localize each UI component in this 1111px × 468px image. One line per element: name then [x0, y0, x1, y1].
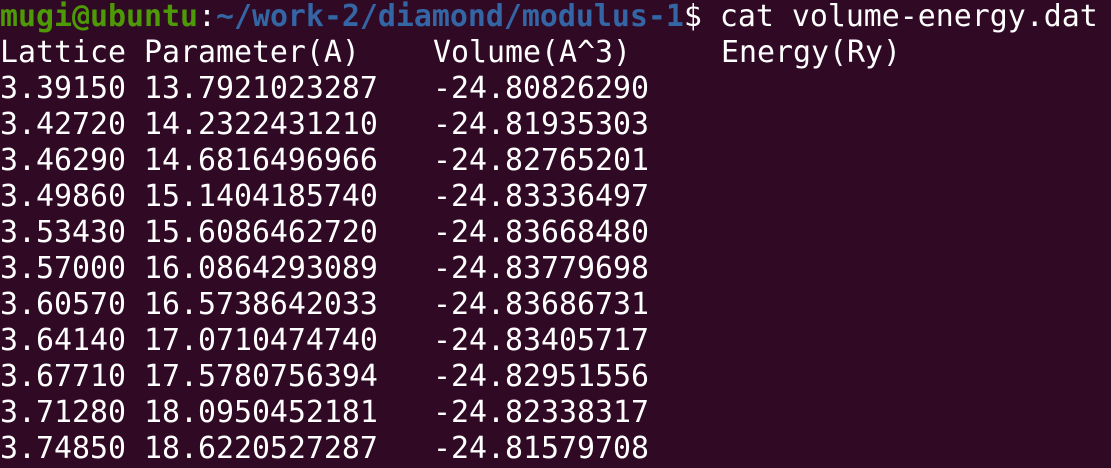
- row-lattice-volume: 3.57000 16.0864293089: [0, 251, 378, 286]
- row-energy: -24.82765201: [433, 143, 649, 178]
- row-lattice-volume: 3.46290 14.6816496966: [0, 143, 378, 178]
- row-lattice-volume: 3.67710 17.5780756394: [0, 359, 378, 394]
- terminal-output[interactable]: mugi@ubuntu:~/work-2/diamond/modulus-1$ …: [0, 0, 1098, 467]
- header-energy: Energy(Ry): [721, 35, 901, 70]
- data-row: 3.60570 16.5738642033 -24.83686731: [0, 287, 1098, 323]
- row-energy: -24.83336497: [433, 179, 649, 214]
- prompt-separator: :: [197, 0, 216, 34]
- data-row: 3.53430 15.6086462720 -24.83668480: [0, 215, 1098, 251]
- data-row: 3.74850 18.6220527287 -24.81579708: [0, 431, 1098, 467]
- prompt-user-host: mugi@ubuntu: [0, 0, 198, 34]
- row-energy: -24.82951556: [433, 359, 649, 394]
- data-row: 3.42720 14.2322431210 -24.81935303: [0, 107, 1098, 143]
- data-row: 3.71280 18.0950452181 -24.82338317: [0, 395, 1098, 431]
- header-line: Lattice Parameter(A) Volume(A^3) Energy(Ry…: [0, 35, 1098, 71]
- row-energy: -24.82338317: [433, 395, 649, 430]
- row-lattice-volume: 3.71280 18.0950452181: [0, 395, 378, 430]
- row-energy: -24.81935303: [433, 107, 649, 142]
- command-text: cat volume-energy.dat: [719, 0, 1098, 34]
- data-row: 3.57000 16.0864293089 -24.83779698: [0, 251, 1098, 287]
- row-energy: -24.83668480: [433, 215, 649, 250]
- row-energy: -24.83686731: [433, 287, 649, 322]
- data-row: 3.67710 17.5780756394 -24.82951556: [0, 359, 1098, 395]
- data-row: 3.46290 14.6816496966 -24.82765201: [0, 143, 1098, 179]
- header-lattice: Lattice Parameter(A): [0, 35, 360, 70]
- row-lattice-volume: 3.64140 17.0710474740: [0, 323, 378, 358]
- row-lattice-volume: 3.74850 18.6220527287: [0, 431, 378, 466]
- row-energy: -24.83405717: [433, 323, 649, 358]
- row-lattice-volume: 3.39150 13.7921023287: [0, 71, 378, 106]
- data-row: 3.64140 17.0710474740 -24.83405717: [0, 323, 1098, 359]
- row-lattice-volume: 3.53430 15.6086462720: [0, 215, 378, 250]
- data-row: 3.39150 13.7921023287 -24.80826290: [0, 71, 1098, 107]
- prompt-symbol: $: [683, 0, 720, 34]
- row-lattice-volume: 3.60570 16.5738642033: [0, 287, 378, 322]
- header-volume: Volume(A^3): [433, 35, 631, 70]
- prompt-line: mugi@ubuntu:~/work-2/diamond/modulus-1$ …: [0, 0, 1098, 35]
- row-energy: -24.81579708: [433, 431, 649, 466]
- row-energy: -24.83779698: [433, 251, 649, 286]
- row-lattice-volume: 3.49860 15.1404185740: [0, 179, 378, 214]
- prompt-path: ~/work-2/diamond/modulus-1: [215, 0, 684, 34]
- data-row: 3.49860 15.1404185740 -24.83336497: [0, 179, 1098, 215]
- row-lattice-volume: 3.42720 14.2322431210: [0, 107, 378, 142]
- row-energy: -24.80826290: [433, 71, 649, 106]
